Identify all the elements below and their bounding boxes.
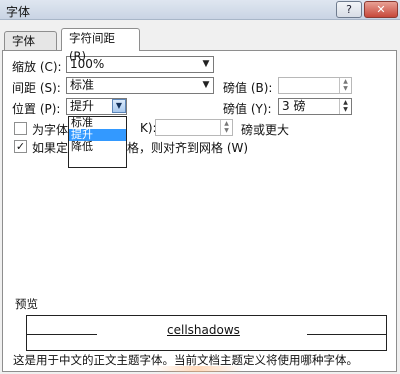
grid-checkbox[interactable]: ✓ xyxy=(14,140,27,153)
chevron-down-icon[interactable]: ▼ xyxy=(112,99,126,113)
kerning-unit-label: 磅或更大 xyxy=(241,123,290,137)
kerning-checkbox[interactable] xyxy=(14,122,27,135)
help-button[interactable]: ? xyxy=(336,1,362,18)
character-spacing-panel: 缩放 (C): 100% ▼ 间距 (S): 标准 ▼ 磅值 (B): ▲ ▼ 位… xyxy=(2,50,397,372)
chevron-down-icon[interactable]: ▼ xyxy=(200,57,212,72)
spacing-select[interactable]: 标准 xyxy=(66,77,214,94)
preview-baseline-right xyxy=(307,334,387,335)
scale-label: 缩放 (C): xyxy=(12,60,62,74)
preview-sample-text: cellshadows xyxy=(167,323,240,337)
position-by-label: 磅值 (Y): xyxy=(223,102,272,116)
grid-label-suffix: 格，则对齐到网格 (W) xyxy=(127,141,249,155)
chevron-down-icon[interactable]: ▼ xyxy=(200,78,212,93)
position-label: 位置 (P): xyxy=(12,102,61,116)
position-dropdown-list: 标准 提升 降低 xyxy=(68,116,127,168)
checkmark-icon: ✓ xyxy=(15,140,26,153)
bottom-decoration xyxy=(153,366,243,372)
spinner-arrows-icon[interactable]: ▲ ▼ xyxy=(339,78,351,93)
window-title: 字体 xyxy=(6,5,31,19)
title-bar: 字体 ? ✕ xyxy=(0,0,400,20)
position-by-value: 3 磅 xyxy=(282,99,306,113)
grid-label-prefix: 如果定 xyxy=(32,141,69,155)
preview-label: 预览 xyxy=(15,297,38,311)
tab-character-spacing[interactable]: 字符间距 (R) xyxy=(61,28,140,63)
position-value: 提升 xyxy=(70,99,95,113)
spinner-arrows-icon[interactable]: ▲ ▼ xyxy=(220,120,232,135)
spacing-label: 间距 (S): xyxy=(12,81,61,95)
tab-font[interactable]: 字体 (N) xyxy=(4,31,57,66)
preview-box: cellshadows xyxy=(26,315,387,351)
dropdown-option-lowered[interactable]: 降低 xyxy=(69,141,126,153)
preview-baseline-left xyxy=(27,334,97,335)
close-button[interactable]: ✕ xyxy=(364,1,398,18)
spinner-arrows-icon[interactable]: ▲ ▼ xyxy=(339,99,351,114)
spacing-value: 标准 xyxy=(70,78,95,92)
scale-select[interactable]: 100% xyxy=(66,56,214,73)
spacing-by-label: 磅值 (B): xyxy=(223,81,273,95)
kerning-label-prefix: 为字体 xyxy=(32,123,69,137)
